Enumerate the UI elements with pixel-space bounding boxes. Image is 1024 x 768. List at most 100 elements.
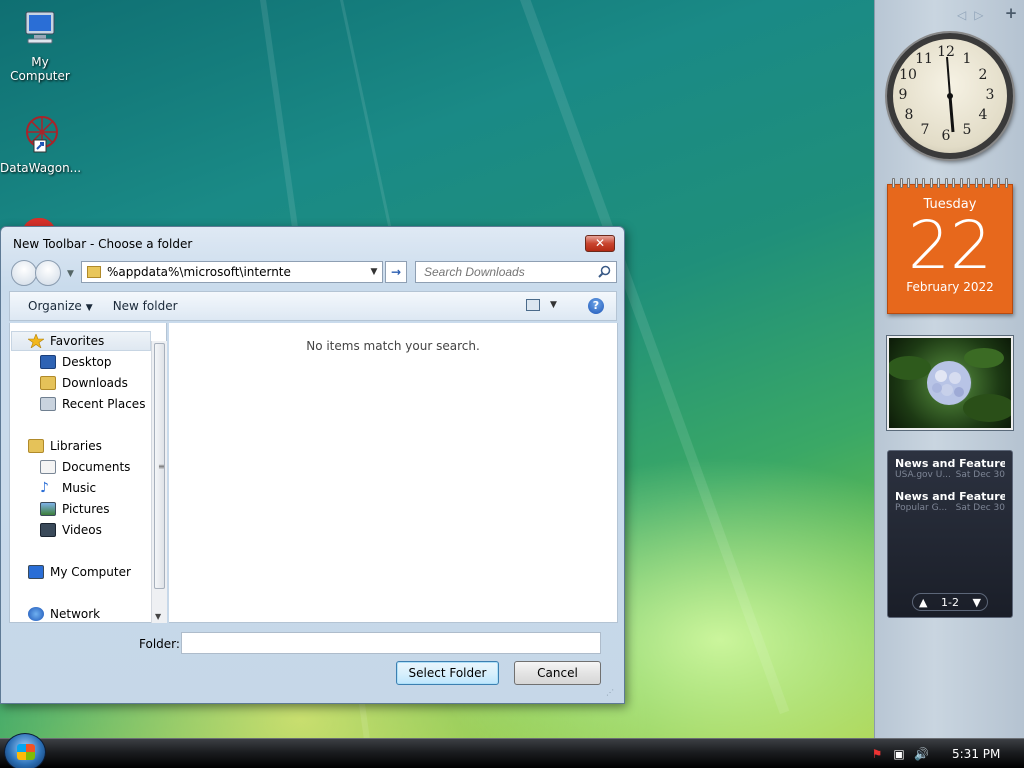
- go-arrow-button[interactable]: →: [385, 261, 407, 283]
- history-nav: [11, 260, 61, 286]
- music-note-icon: ♪: [40, 480, 49, 496]
- address-dropdown-icon[interactable]: ▼: [366, 267, 382, 277]
- nav-label: Libraries: [50, 439, 102, 453]
- organize-label: Organize: [28, 299, 82, 313]
- add-gadget-icon[interactable]: +: [1003, 5, 1019, 21]
- recent-places-icon: [40, 397, 56, 411]
- recent-pages-chevron-icon[interactable]: ▼: [67, 269, 74, 279]
- select-folder-button[interactable]: Select Folder: [396, 661, 499, 685]
- empty-message: No items match your search.: [306, 339, 480, 353]
- calendar-gadget[interactable]: Tuesday 22 February 2022: [887, 178, 1013, 314]
- taskbar: ⚑ ▣ 🔊 5:31 PM: [0, 733, 1024, 768]
- sidebar-nav: ◁ ▷: [957, 8, 983, 22]
- calendar-day: 22: [908, 207, 992, 284]
- clock-time[interactable]: 5:31 PM: [952, 747, 1000, 761]
- organize-menu[interactable]: Organize ▼: [10, 299, 111, 313]
- slideshow-gadget[interactable]: [887, 336, 1013, 430]
- address-input[interactable]: %appdata%\microsoft\internte: [107, 265, 366, 279]
- nav-desktop[interactable]: Desktop: [40, 352, 112, 372]
- back-button[interactable]: [11, 260, 37, 286]
- documents-icon: [40, 460, 56, 474]
- nav-music[interactable]: ♪ Music: [40, 478, 96, 498]
- navigation-scrollbar[interactable]: ≡ ▼: [151, 341, 167, 623]
- desktop-icon-label: My Computer: [10, 55, 70, 83]
- pager-label: 1-2: [941, 595, 959, 609]
- dialog-title: New Toolbar - Choose a folder: [13, 237, 193, 251]
- feed-headlines-gadget[interactable]: News and Features f... USA.gov U... Sat …: [887, 450, 1013, 618]
- feed-meta: USA.gov U... Sat Dec 30: [895, 470, 1005, 480]
- pager-down-icon[interactable]: ▼: [973, 596, 981, 609]
- folder-field[interactable]: [181, 632, 601, 654]
- windows-sidebar: ◁ ▷ + 12 1 2 3 4 5 6 7 8 9 10 11 Tuesday…: [874, 0, 1024, 738]
- feed-date: Sat Dec 30: [955, 503, 1005, 513]
- start-button[interactable]: [4, 733, 46, 768]
- nav-network[interactable]: Network: [28, 604, 100, 624]
- resize-grip-icon[interactable]: ⋰: [606, 688, 614, 697]
- help-icon[interactable]: ?: [588, 298, 604, 314]
- choose-folder-dialog: New Toolbar - Choose a folder ✕ ▼ %appda…: [0, 226, 625, 704]
- search-icon[interactable]: [598, 265, 611, 278]
- close-button[interactable]: ✕: [585, 235, 615, 252]
- action-center-flag-icon[interactable]: ⚑: [870, 747, 884, 761]
- libraries-icon: [28, 439, 44, 453]
- next-arrow-icon[interactable]: ▷: [974, 8, 983, 22]
- system-tray: ⚑ ▣ 🔊 5:31 PM: [864, 739, 1024, 768]
- address-bar[interactable]: %appdata%\microsoft\internte ▼: [81, 261, 383, 283]
- new-folder-button[interactable]: New folder: [111, 299, 196, 313]
- nav-label: Network: [50, 607, 101, 621]
- nav-my-computer[interactable]: My Computer: [28, 562, 131, 582]
- feed-title: News and Features f...: [895, 490, 1005, 503]
- feed-item[interactable]: News and Features f... USA.gov U... Sat …: [888, 451, 1012, 480]
- search-input[interactable]: [416, 262, 586, 282]
- forward-button[interactable]: [35, 260, 61, 286]
- downloads-folder-icon: [40, 376, 56, 390]
- videos-icon: [40, 523, 56, 537]
- feed-source: USA.gov U...: [895, 470, 951, 480]
- pager-up-icon[interactable]: ▲: [919, 596, 927, 609]
- scrollbar-thumb[interactable]: ≡: [154, 343, 165, 589]
- chevron-down-icon: ▼: [85, 303, 93, 313]
- feed-source: Popular G...: [895, 503, 948, 513]
- datawagon-shortcut-icon: [26, 116, 58, 153]
- folder-content-pane[interactable]: No items match your search.: [169, 323, 618, 623]
- scroll-down-arrow-icon[interactable]: ▼: [155, 612, 161, 621]
- nav-label: Recent Places: [62, 397, 146, 411]
- nav-favorites[interactable]: Favorites: [28, 331, 104, 351]
- network-status-icon[interactable]: ▣: [892, 747, 906, 761]
- nav-label: Music: [62, 481, 97, 495]
- clock-hands: [946, 56, 955, 133]
- desktop-icon-my-computer[interactable]: My Computer: [0, 8, 80, 83]
- folder-label: Folder:: [139, 637, 180, 651]
- nav-label: Documents: [62, 460, 131, 474]
- nav-documents[interactable]: Documents: [40, 457, 130, 477]
- search-box[interactable]: [415, 261, 617, 283]
- nav-libraries[interactable]: Libraries: [28, 436, 102, 456]
- computer-icon: [25, 11, 55, 44]
- calendar-rings: [892, 178, 1008, 188]
- nav-videos[interactable]: Videos: [40, 520, 102, 540]
- nav-label: Favorites: [50, 334, 105, 348]
- clock-gadget[interactable]: 12 1 2 3 4 5 6 7 8 9 10 11: [887, 33, 1013, 159]
- navigation-pane: Favorites Desktop Downloads Recent Place…: [9, 323, 167, 623]
- desktop-icon-datawagon[interactable]: DataWagon...: [0, 114, 82, 175]
- feed-item[interactable]: News and Features f... Popular G... Sat …: [888, 480, 1012, 513]
- desktop-icon-label: DataWagon...: [0, 161, 82, 175]
- pictures-icon: [40, 502, 56, 516]
- star-icon: [28, 334, 44, 348]
- windows-logo-icon: [17, 744, 35, 760]
- chevron-down-icon: ▼: [550, 300, 557, 310]
- nav-label: My Computer: [50, 565, 131, 579]
- volume-icon[interactable]: 🔊: [914, 747, 929, 761]
- view-icon: [526, 299, 540, 311]
- cancel-button[interactable]: Cancel: [514, 661, 601, 685]
- previous-arrow-icon[interactable]: ◁: [957, 8, 966, 22]
- nav-label: Videos: [62, 523, 102, 537]
- computer-icon: [28, 565, 44, 579]
- feed-title: News and Features f...: [895, 457, 1005, 470]
- nav-recent-places[interactable]: Recent Places: [40, 394, 145, 414]
- nav-downloads[interactable]: Downloads: [40, 373, 128, 393]
- change-view-button[interactable]: ▼: [526, 299, 557, 311]
- calendar-month-year: February 2022: [906, 280, 994, 294]
- nav-label: Desktop: [62, 355, 112, 369]
- nav-pictures[interactable]: Pictures: [40, 499, 110, 519]
